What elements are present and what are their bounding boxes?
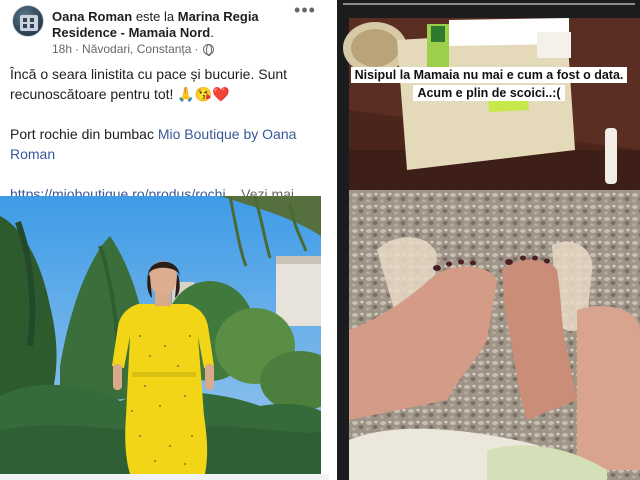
meta-separator-2: · <box>194 42 199 56</box>
post-footer-bar <box>0 474 329 480</box>
story-caption: Nisipul la Mamaia nu mai e cum a fost o … <box>349 66 629 102</box>
post-location[interactable]: Năvodari, Constanța <box>82 42 191 56</box>
page-avatar[interactable] <box>12 5 44 37</box>
story-caption-line2: Acum e plin de scoici..:( <box>413 85 565 101</box>
building-icon <box>20 15 38 31</box>
globe-icon[interactable] <box>203 43 215 56</box>
post-message: Încă o seara linistita cu pace și bucuri… <box>10 66 288 102</box>
post-product: Port rochie din bumbac Mio Boutique by O… <box>10 124 322 164</box>
meta-separator: · <box>75 42 80 56</box>
place-suffix: . <box>210 25 214 40</box>
post-meta: 18h · Năvodari, Constanța · <box>52 42 215 56</box>
author-name[interactable]: Oana Roman <box>52 9 132 24</box>
post-time[interactable]: 18h <box>52 42 72 56</box>
facebook-post: Oana Roman este la Marina Regia Residenc… <box>0 0 329 480</box>
story-panel: Nisipul la Mamaia nu mai e cum a fost o … <box>337 0 640 480</box>
post-header: Oana Roman este la Marina Regia Residenc… <box>52 9 282 41</box>
product-prefix: Port rochie din bumbac <box>10 126 154 142</box>
post-photo[interactable] <box>0 196 321 474</box>
more-options-icon[interactable]: ••• <box>293 1 317 23</box>
story-caption-line1: Nisipul la Mamaia nu mai e cum a fost o … <box>350 67 628 83</box>
checkin-verb: este la <box>135 9 175 24</box>
